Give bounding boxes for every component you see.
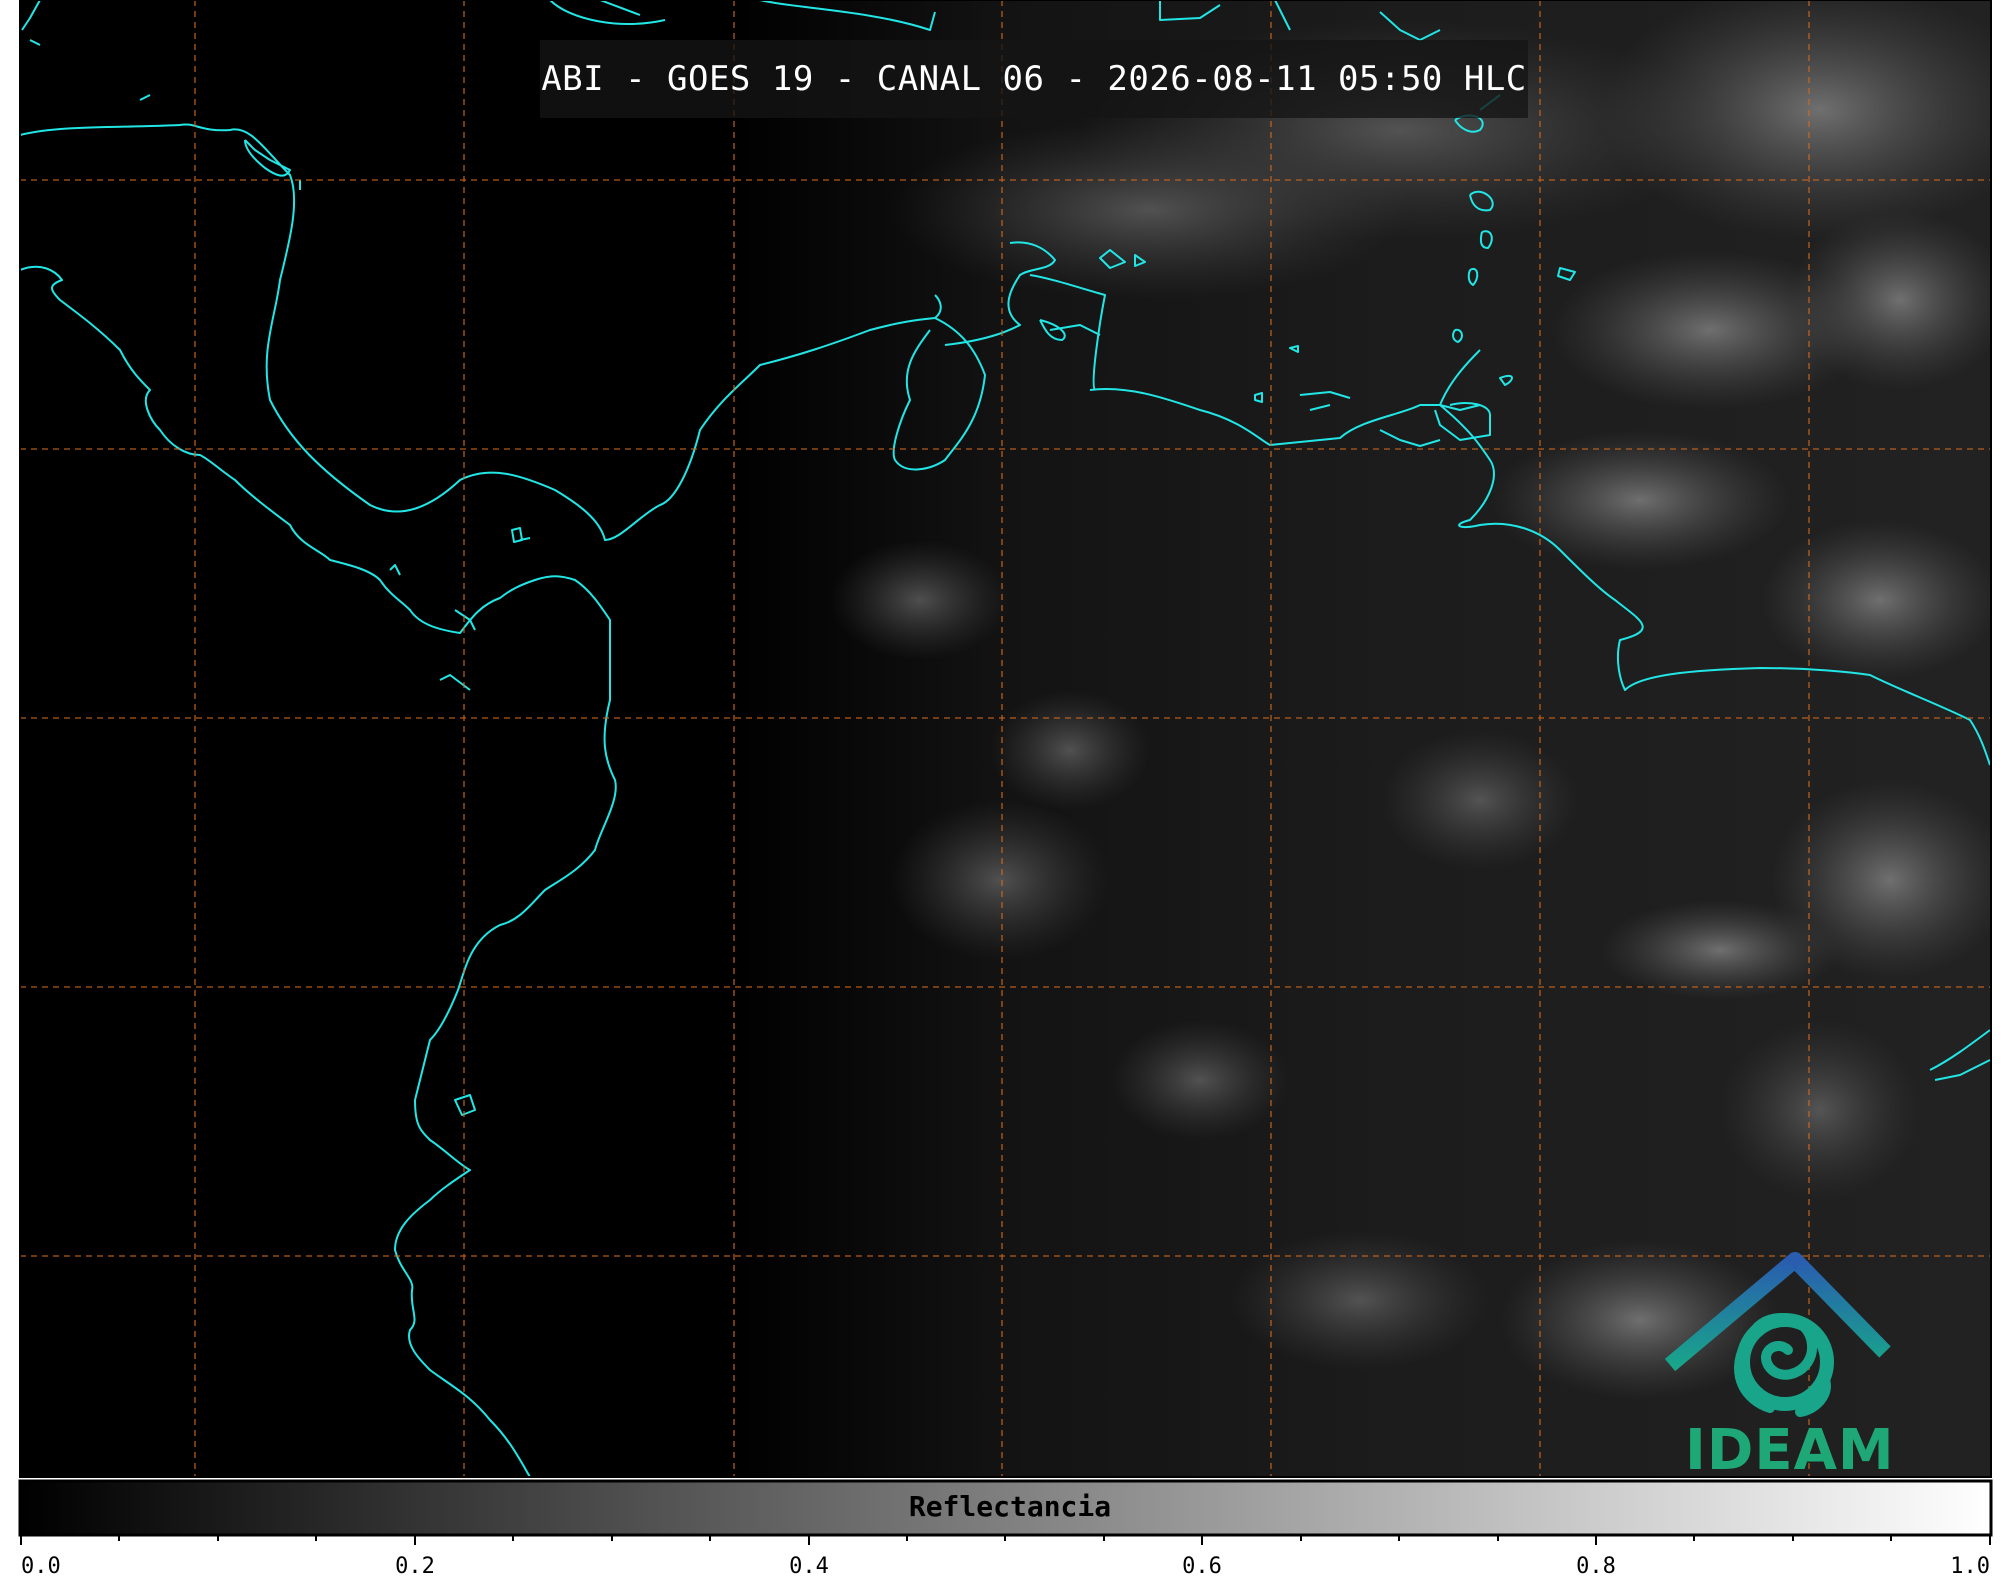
map-title: ABI - GOES 19 - CANAL 06 - 2026-08-11 05… — [541, 59, 1527, 99]
colorbar-label: Reflectancia — [908, 1490, 1112, 1523]
colorbar-tick-label: 0.6 — [1182, 1554, 1222, 1579]
colorbar-tick-label: 0.2 — [395, 1554, 435, 1579]
colorbar-tick-label: 0.4 — [789, 1554, 829, 1579]
colorbar-ticks — [20, 1535, 1991, 1545]
colorbar-tick-label: 1.0 — [1950, 1554, 1990, 1579]
colorbar-tick-label: 0.8 — [1576, 1554, 1616, 1579]
satellite-map — [18, 0, 1993, 1545]
ideam-logo-text: IDEAM — [1685, 1418, 1895, 1483]
title-banner: ABI - GOES 19 - CANAL 06 - 2026-08-11 05… — [540, 40, 1528, 118]
colorbar-tick-label: 0.0 — [21, 1554, 61, 1579]
